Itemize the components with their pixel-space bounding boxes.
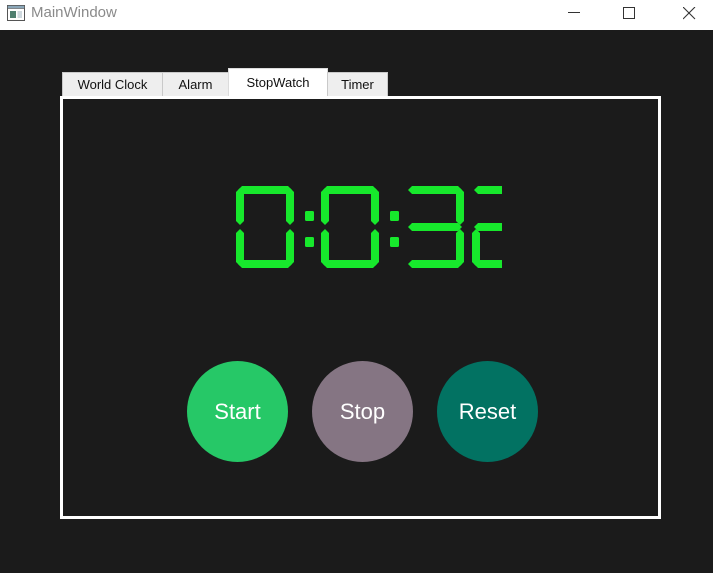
segment-a — [408, 186, 462, 194]
segment-f — [321, 188, 329, 225]
segment-d — [238, 260, 292, 268]
segment-d — [408, 260, 462, 268]
segment-a — [474, 186, 502, 194]
stopwatch-display — [232, 182, 502, 272]
title-bar[interactable]: MainWindow — [0, 0, 713, 30]
segment-g — [474, 223, 502, 231]
segment-d — [323, 260, 377, 268]
minimize-icon — [568, 12, 580, 13]
digit-2 — [472, 186, 502, 268]
segment-a — [238, 186, 292, 194]
tab-alarm[interactable]: Alarm — [162, 72, 229, 96]
segment-e — [236, 229, 244, 266]
colon-dot-top — [390, 211, 399, 221]
digit-0 — [236, 186, 294, 268]
digit-3 — [408, 186, 464, 268]
segment-b — [286, 188, 294, 225]
segment-b — [456, 188, 464, 225]
segment-e — [321, 229, 329, 266]
seven-segment-time — [236, 186, 502, 268]
segment-a — [323, 186, 377, 194]
reset-button[interactable]: Reset — [437, 361, 538, 462]
window-title: MainWindow — [31, 4, 117, 21]
segment-d — [474, 260, 502, 268]
segment-b — [371, 188, 379, 225]
app-window-icon — [7, 5, 25, 21]
tab-stopwatch[interactable]: StopWatch — [228, 68, 328, 96]
colon-dot-bottom — [305, 237, 314, 247]
start-button[interactable]: Start — [187, 361, 288, 462]
colon-dot-top — [305, 211, 314, 221]
main-window-content: World Clock Alarm StopWatch Timer Start … — [0, 30, 713, 573]
minimize-button[interactable] — [552, 0, 598, 30]
segment-f — [236, 188, 244, 225]
stop-button[interactable]: Stop — [312, 361, 413, 462]
colon-dot-bottom — [390, 237, 399, 247]
segment-g — [408, 223, 462, 231]
tab-timer[interactable]: Timer — [327, 72, 388, 96]
maximize-icon — [623, 7, 635, 19]
digit-0 — [321, 186, 379, 268]
close-icon — [683, 7, 696, 20]
stopwatch-panel: Start Stop Reset — [60, 96, 661, 519]
tab-world-clock[interactable]: World Clock — [62, 72, 163, 96]
close-button[interactable] — [667, 0, 713, 30]
maximize-button[interactable] — [607, 0, 653, 30]
